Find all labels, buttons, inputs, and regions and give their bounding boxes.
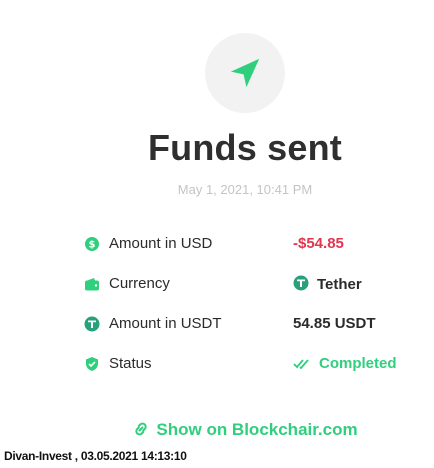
shield-icon	[86, 357, 98, 371]
show-on-blockchair-link[interactable]: Show on Blockchair.com	[0, 420, 434, 440]
detail-row-currency: Currency Tether	[84, 274, 424, 296]
detail-row-status: Status Completed	[84, 354, 424, 376]
detail-row-amount-usd: $ Amount in USD -$54.85	[84, 234, 424, 256]
detail-label: Currency	[109, 275, 170, 292]
page-title: Funds sent	[147, 127, 342, 168]
detail-label: Amount in USDT	[109, 315, 222, 332]
send-icon	[230, 58, 260, 88]
link-icon	[135, 422, 148, 436]
svg-text:$: $	[89, 240, 96, 251]
footer-watermark: Divan-Invest , 03.05.2021 14:13:10	[4, 449, 187, 463]
link-label: Show on Blockchair.com	[156, 420, 358, 439]
sent-status-badge	[205, 33, 285, 113]
double-check-icon	[293, 359, 309, 370]
amount-usd-value: -$54.85	[293, 235, 344, 252]
currency-value: Tether	[293, 275, 362, 293]
tether-icon	[84, 316, 100, 332]
transaction-date: May 1, 2021, 10:41 PM	[177, 182, 313, 197]
amount-usdt-value: 54.85 USDT	[293, 315, 376, 332]
detail-row-amount-usdt: Amount in USDT 54.85 USDT	[84, 314, 424, 336]
detail-label: Status	[109, 355, 152, 372]
detail-label: Amount in USD	[109, 235, 213, 252]
currency-label: Tether	[317, 276, 362, 293]
status-value: Completed	[293, 355, 397, 372]
status-label: Completed	[319, 355, 397, 372]
wallet-icon	[85, 278, 99, 291]
tether-icon	[293, 275, 309, 291]
dollar-icon: $	[85, 237, 99, 251]
